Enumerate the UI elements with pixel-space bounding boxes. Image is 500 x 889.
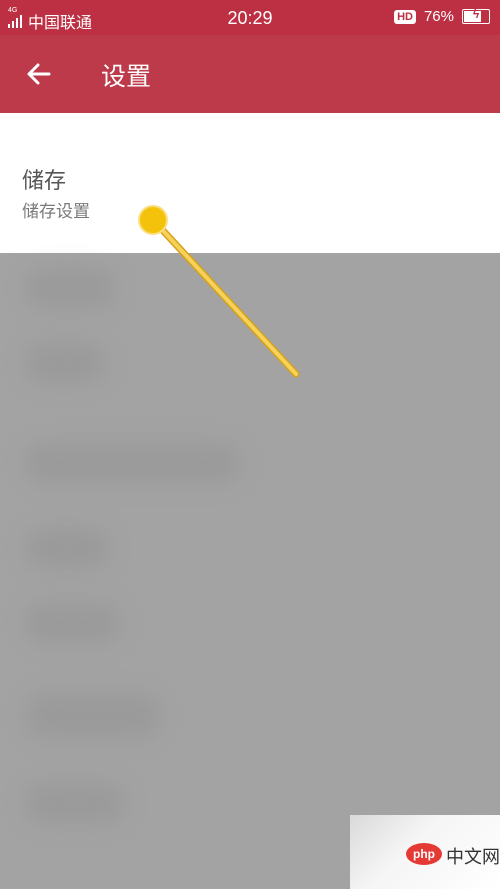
status-right: HD 76% ϟ: [394, 7, 490, 25]
app-bar: 设置: [0, 35, 500, 113]
blurred-item: [25, 783, 125, 823]
hd-badge: HD: [394, 9, 416, 24]
watermark-text: 中文网: [446, 847, 500, 868]
watermark-logo: php: [406, 843, 442, 865]
storage-setting-item[interactable]: 储存 储存设置: [0, 113, 500, 253]
battery-icon: ϟ: [462, 7, 490, 24]
blurred-item: [25, 603, 120, 643]
page-title: 设置: [101, 62, 152, 91]
blurred-settings-list: [0, 253, 500, 889]
battery-percent: 76%: [423, 8, 454, 25]
blurred-item: [25, 343, 105, 383]
blurred-item: [25, 443, 240, 483]
charging-bolt-icon: ϟ: [472, 7, 480, 21]
blurred-item: [25, 693, 160, 738]
blurred-item: [25, 268, 115, 308]
blurred-item: [25, 528, 110, 568]
back-arrow-icon[interactable]: [22, 57, 56, 91]
storage-item-subtitle: 储存设置: [22, 202, 90, 222]
status-bar: 4G 中国联通 20:29 HD 76% ϟ: [0, 0, 500, 35]
storage-item-title: 储存: [22, 169, 67, 194]
